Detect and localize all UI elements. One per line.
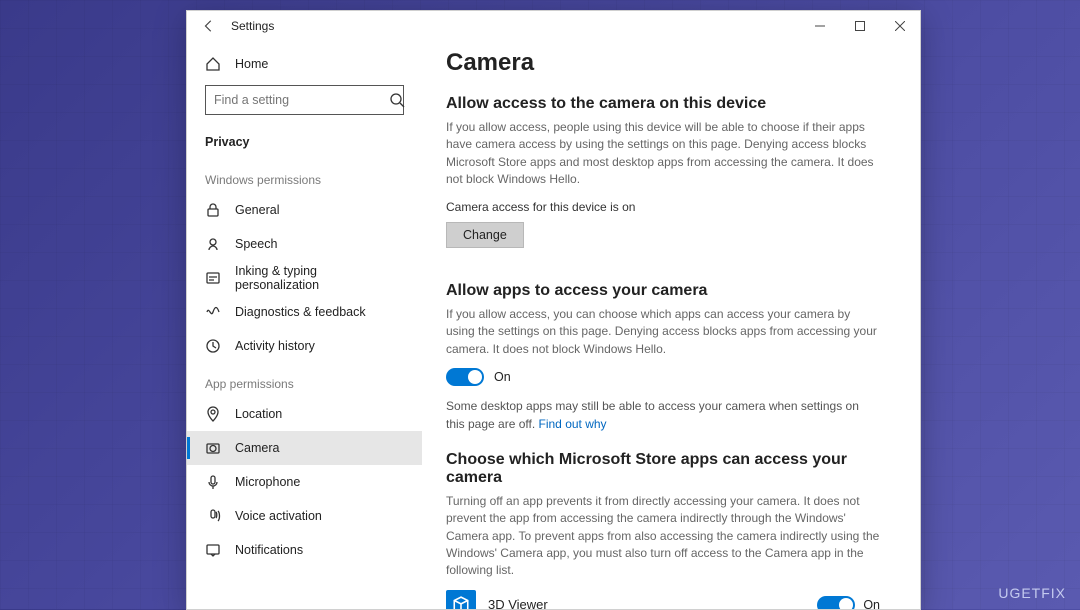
speech-icon — [205, 236, 221, 252]
change-button[interactable]: Change — [446, 222, 524, 248]
section-choose-apps-heading: Choose which Microsoft Store apps can ac… — [446, 451, 880, 487]
device-access-status: Camera access for this device is on — [446, 199, 880, 216]
sidebar-home-label: Home — [235, 57, 268, 71]
close-button[interactable] — [880, 11, 920, 41]
watermark: UGETFIX — [998, 585, 1066, 601]
microphone-icon — [205, 474, 221, 490]
sidebar-item-label: Notifications — [235, 543, 303, 557]
sidebar-item-label: Camera — [235, 441, 279, 455]
back-button[interactable] — [187, 11, 231, 41]
sidebar-item-label: Speech — [235, 237, 277, 251]
lock-icon — [205, 202, 221, 218]
sidebar-item-microphone[interactable]: Microphone — [187, 465, 422, 499]
sidebar-section-app-permissions: App permissions — [187, 363, 422, 397]
sidebar: Home Privacy Windows permissions General… — [187, 41, 422, 609]
sidebar-item-diagnostics[interactable]: Diagnostics & feedback — [187, 295, 422, 329]
desktop-apps-note-text: Some desktop apps may still be able to a… — [446, 399, 859, 430]
sidebar-item-label: Diagnostics & feedback — [235, 305, 366, 319]
find-out-why-link[interactable]: Find out why — [539, 417, 607, 431]
app-toggle-3d-viewer[interactable] — [817, 596, 855, 609]
sidebar-item-general[interactable]: General — [187, 193, 422, 227]
minimize-button[interactable] — [800, 11, 840, 41]
sidebar-item-notifications[interactable]: Notifications — [187, 533, 422, 567]
sidebar-item-label: Location — [235, 407, 282, 421]
app-toggle-label: On — [863, 598, 880, 609]
app-name: 3D Viewer — [488, 597, 548, 609]
window-title: Settings — [231, 19, 274, 33]
notifications-icon — [205, 542, 221, 558]
search-icon — [389, 92, 405, 108]
settings-window: Settings Home — [186, 10, 921, 610]
sidebar-item-label: Inking & typing personalization — [235, 264, 404, 292]
search-box[interactable] — [205, 85, 404, 115]
search-input[interactable] — [214, 93, 375, 107]
app-access-toggle-label: On — [494, 370, 511, 384]
sidebar-item-label: Voice activation — [235, 509, 322, 523]
sidebar-item-camera[interactable]: Camera — [187, 431, 422, 465]
history-icon — [205, 338, 221, 354]
voice-icon — [205, 508, 221, 524]
camera-icon — [205, 440, 221, 456]
maximize-button[interactable] — [840, 11, 880, 41]
section-device-access-heading: Allow access to the camera on this devic… — [446, 95, 880, 113]
sidebar-item-activity-history[interactable]: Activity history — [187, 329, 422, 363]
sidebar-item-inking[interactable]: Inking & typing personalization — [187, 261, 422, 295]
app-access-toggle[interactable] — [446, 368, 484, 386]
diagnostics-icon — [205, 304, 221, 320]
sidebar-category-privacy[interactable]: Privacy — [187, 125, 422, 159]
page-title: Camera — [446, 49, 880, 77]
sidebar-item-label: Microphone — [235, 475, 300, 489]
sidebar-item-label: Activity history — [235, 339, 315, 353]
section-app-access-desc: If you allow access, you can choose whic… — [446, 306, 880, 358]
home-icon — [205, 56, 221, 72]
app-icon-3d-viewer — [446, 590, 476, 609]
sidebar-item-speech[interactable]: Speech — [187, 227, 422, 261]
sidebar-section-windows-permissions: Windows permissions — [187, 159, 422, 193]
sidebar-home[interactable]: Home — [187, 47, 422, 81]
sidebar-category-label: Privacy — [205, 135, 249, 149]
sidebar-item-location[interactable]: Location — [187, 397, 422, 431]
section-app-access-heading: Allow apps to access your camera — [446, 282, 880, 300]
inking-icon — [205, 270, 221, 286]
section-device-access-desc: If you allow access, people using this d… — [446, 119, 880, 189]
location-icon — [205, 406, 221, 422]
sidebar-item-voice-activation[interactable]: Voice activation — [187, 499, 422, 533]
content-area: Camera Allow access to the camera on thi… — [422, 41, 920, 609]
app-row-3d-viewer: 3D Viewer On — [446, 590, 880, 609]
section-choose-apps-desc: Turning off an app prevents it from dire… — [446, 493, 880, 580]
sidebar-item-label: General — [235, 203, 279, 217]
desktop-apps-note: Some desktop apps may still be able to a… — [446, 398, 880, 433]
titlebar: Settings — [187, 11, 920, 41]
